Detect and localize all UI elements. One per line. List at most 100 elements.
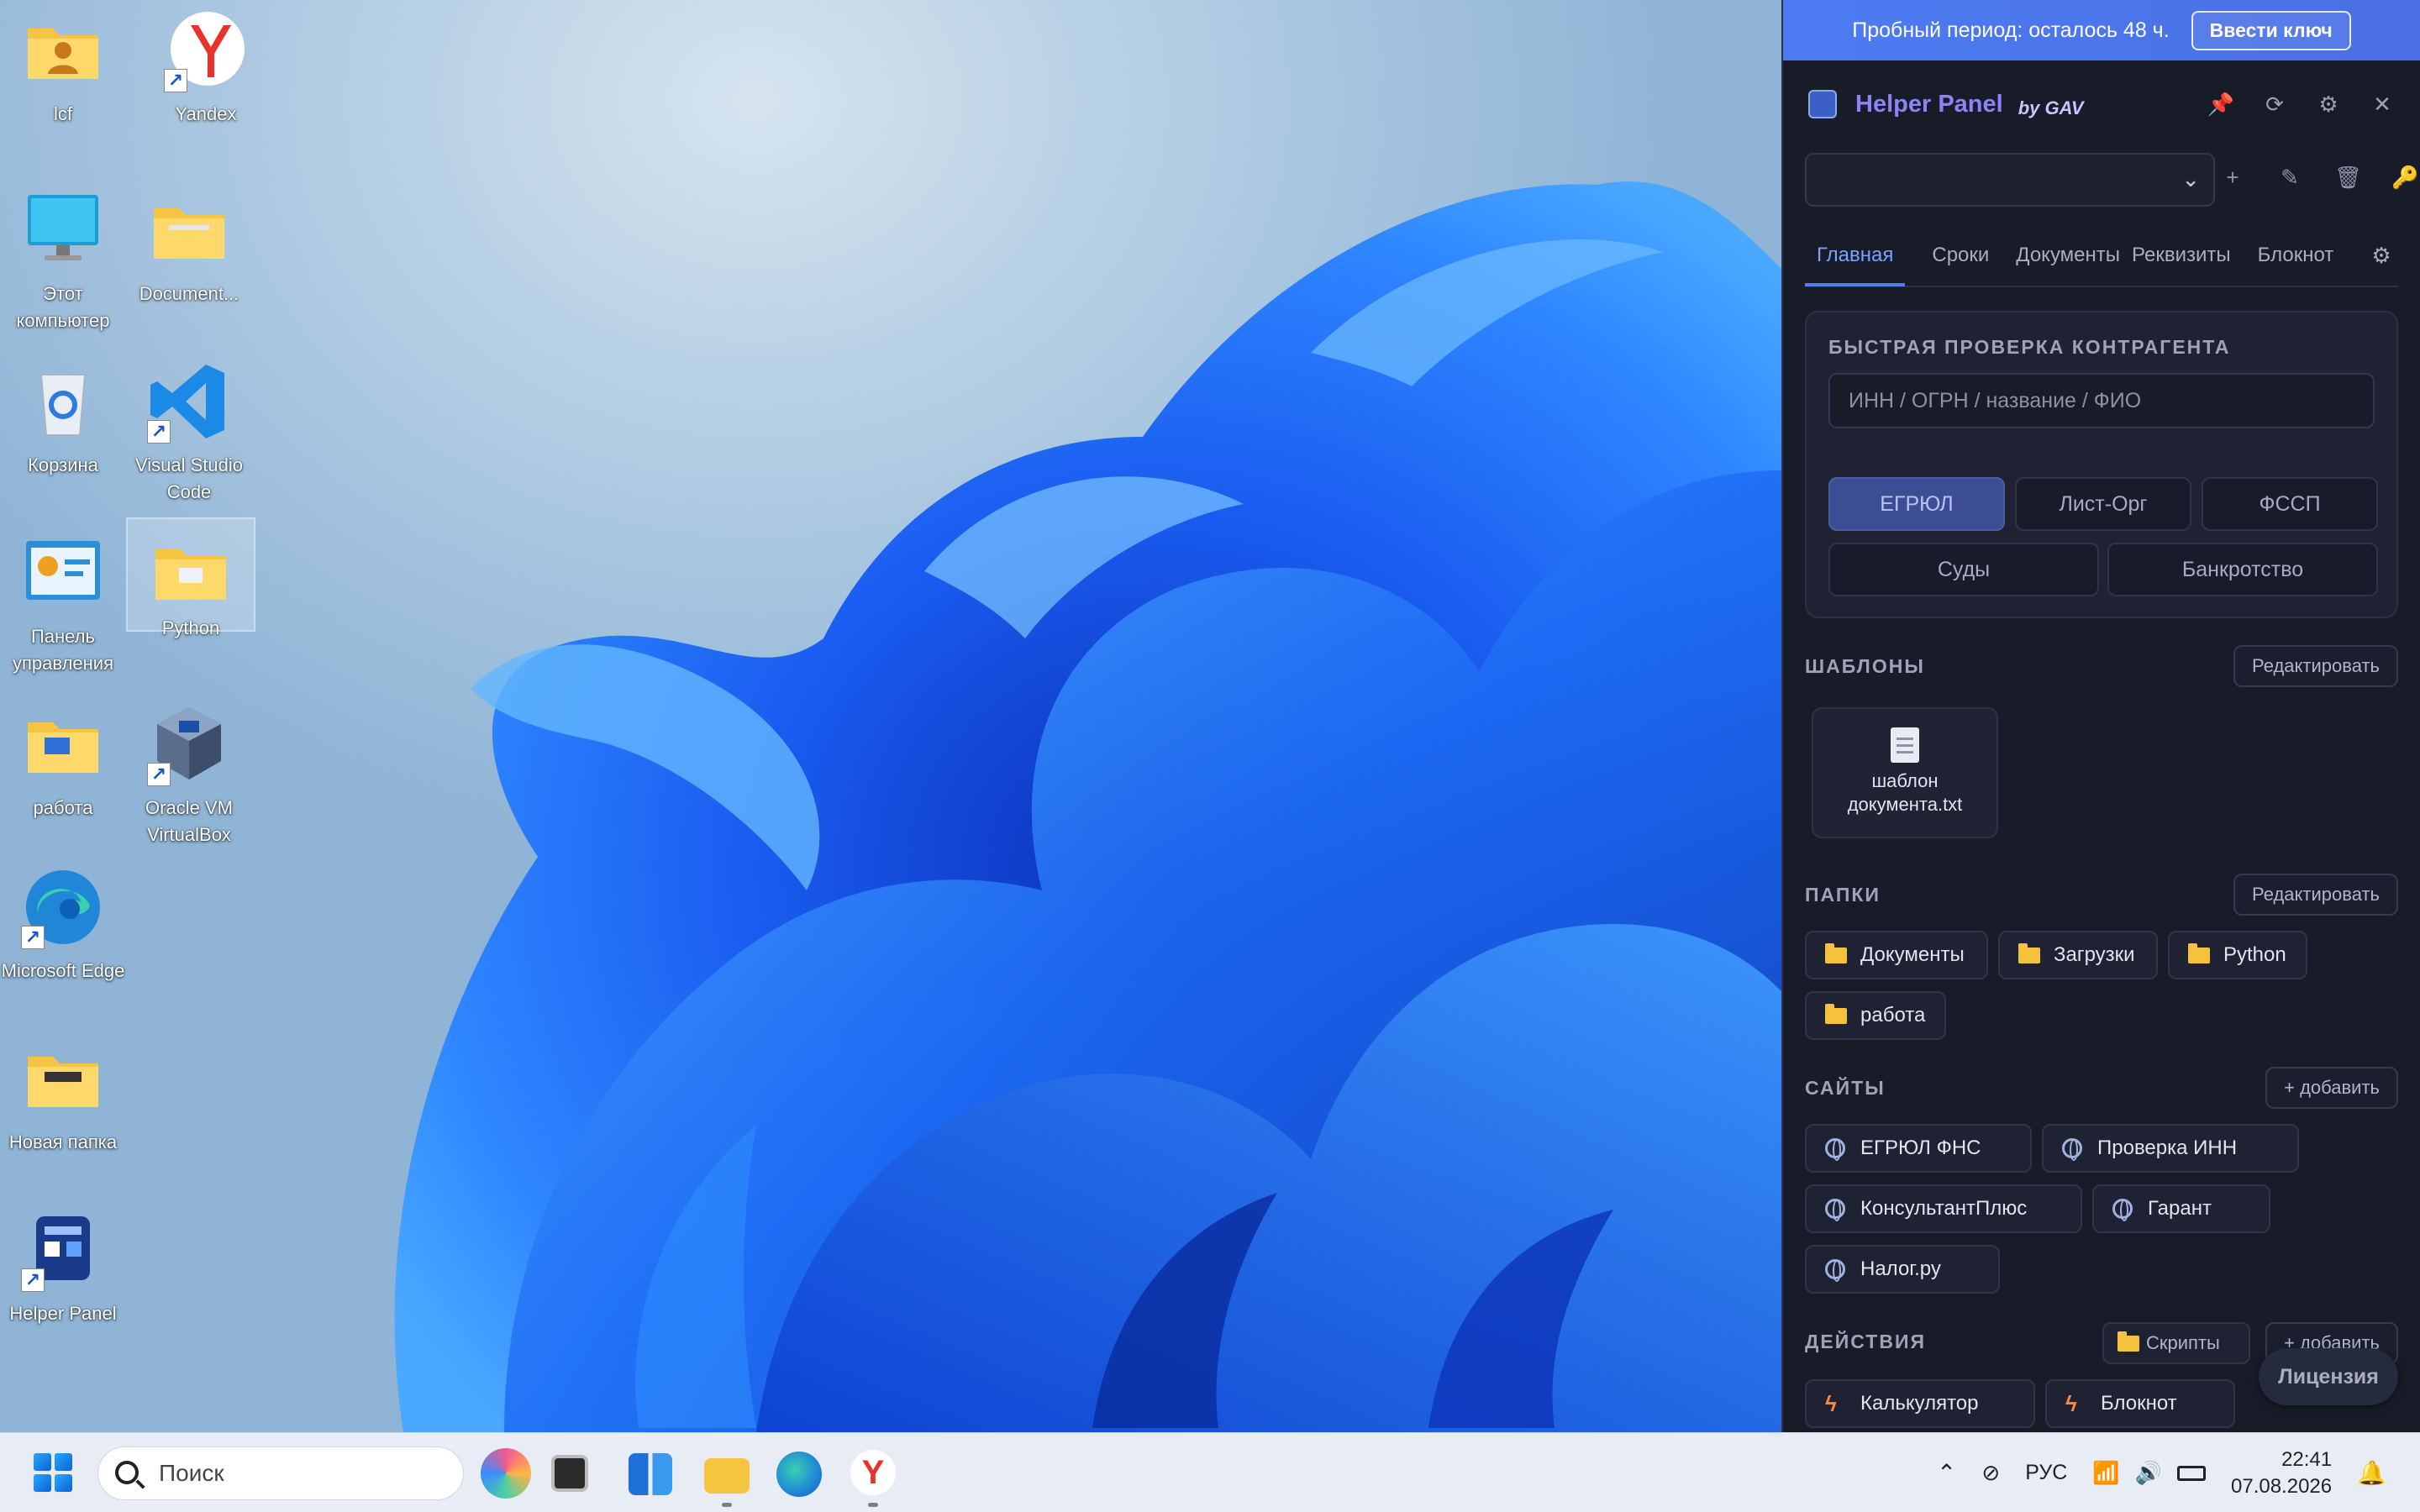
- edge-taskbar-icon[interactable]: [776, 1452, 822, 1497]
- start-button[interactable]: [34, 1453, 72, 1492]
- battery-icon[interactable]: [2177, 1465, 2206, 1481]
- clock[interactable]: 22:41 07.08.2026: [2231, 1446, 2332, 1500]
- list-org-button[interactable]: Лист-Орг: [2015, 477, 2191, 531]
- site-chip-nalog[interactable]: Налог.ру: [1805, 1245, 2000, 1294]
- site-chip-garant[interactable]: Гарант: [2092, 1184, 2270, 1233]
- fssp-button[interactable]: ФССП: [2202, 477, 2378, 531]
- chevron-down-icon: ⌄: [2181, 166, 2200, 192]
- folder-user-icon: [19, 7, 107, 94]
- plus-icon[interactable]: +: [2220, 165, 2245, 191]
- desktop-icon-helper-panel[interactable]: ↗ Helper Panel: [0, 1206, 126, 1327]
- panel-title: Helper Panel: [1855, 90, 2003, 118]
- folder-chip-rabota[interactable]: работа: [1805, 991, 1946, 1040]
- desktop-icon-vscode[interactable]: ↗ Visual Studio Code: [126, 358, 252, 506]
- desktop-icon-virtualbox[interactable]: ↗ Oracle VM VirtualBox: [126, 701, 252, 848]
- folder-icon: [2118, 1331, 2139, 1352]
- folder-icon: [145, 186, 233, 274]
- templates-heading: ШАБЛОНЫ: [1805, 655, 1925, 677]
- site-chip-consultant[interactable]: КонсультантПлюс: [1805, 1184, 2082, 1233]
- explorer-icon[interactable]: [704, 1458, 750, 1494]
- trial-banner: Пробный период: осталось 48 ч. Ввести кл…: [1783, 0, 2420, 60]
- folder-chip-python[interactable]: Python: [2168, 931, 2307, 979]
- control-panel-icon: [19, 529, 107, 617]
- tab-main[interactable]: Главная: [1805, 224, 1906, 286]
- running-indicator: [722, 1503, 732, 1507]
- site-chip-inn-check[interactable]: Проверка ИНН: [2042, 1124, 2299, 1173]
- folder-chip-documents[interactable]: Документы: [1805, 931, 1988, 979]
- volume-icon[interactable]: 🔊: [2135, 1460, 2162, 1486]
- shortcut-arrow-icon: ↗: [164, 69, 187, 92]
- trash-icon[interactable]: 🗑: [2334, 165, 2362, 191]
- notification-bell-icon[interactable]: 🔔: [2357, 1459, 2386, 1487]
- sites-add-button[interactable]: + добавить: [2265, 1067, 2398, 1109]
- desktop-icon-recycle-bin[interactable]: Корзина: [0, 358, 126, 479]
- site-chip-egrul-fns[interactable]: ЕГРЮЛ ФНС: [1805, 1124, 2032, 1173]
- tab-deadlines[interactable]: Сроки: [1920, 224, 2001, 286]
- sync-off-icon[interactable]: ⊘: [1981, 1460, 2000, 1486]
- widgets-icon[interactable]: [629, 1453, 672, 1495]
- panel-header: Helper Panel by GAV 📌 ⟳ ⚙ ✕: [1808, 84, 2395, 124]
- desktop-icon-documents[interactable]: Document...: [126, 186, 252, 307]
- globe-icon: [1825, 1138, 1845, 1161]
- close-icon[interactable]: ✕: [2370, 92, 2395, 117]
- folder-icon: [1825, 1003, 1847, 1024]
- shortcut-arrow-icon: ↗: [21, 926, 45, 949]
- desktop-icon-yandex[interactable]: ↗ Yandex: [143, 7, 269, 128]
- profile-select[interactable]: ⌄: [1805, 153, 2215, 207]
- egrul-button[interactable]: ЕГРЮЛ: [1828, 477, 2005, 531]
- templates-edit-button[interactable]: Редактировать: [2233, 645, 2398, 687]
- gear-icon[interactable]: ⚙: [2316, 92, 2341, 117]
- copilot-icon[interactable]: [481, 1448, 531, 1499]
- desktop-icon-lcf[interactable]: lcf: [0, 7, 126, 128]
- folders-edit-button[interactable]: Редактировать: [2233, 874, 2398, 916]
- bankruptcy-button[interactable]: Банкротство: [2107, 543, 2378, 596]
- trial-text: Пробный период: осталось 48 ч.: [1852, 18, 2170, 42]
- clock-time: 22:41: [2281, 1447, 2333, 1471]
- template-item-label: шаблон документа.txt: [1847, 770, 1963, 815]
- tab-notepad[interactable]: Блокнот: [2246, 224, 2346, 286]
- quick-check-card: БЫСТРАЯ ПРОВЕРКА КОНТРАГЕНТА ИНН / ОГРН …: [1805, 311, 2398, 618]
- system-tray: ⌃ ⊘ РУС 📶 🔊 22:41 07.08.2026 🔔: [1937, 1433, 2386, 1512]
- folder-icon: [147, 528, 234, 615]
- desktop-icon-rabota[interactable]: работа: [0, 701, 126, 822]
- counterparty-search-input[interactable]: ИНН / ОГРН / название / ФИО: [1828, 373, 2375, 428]
- scripts-button[interactable]: Скрипты: [2102, 1322, 2250, 1364]
- edit-icon[interactable]: ✎: [2277, 165, 2302, 191]
- virtualbox-icon: ↗: [145, 701, 233, 788]
- desktop-icon-this-pc[interactable]: Этот компьютер: [0, 186, 126, 334]
- sites-heading: САЙТЫ: [1805, 1077, 1886, 1099]
- folder-icon: [1825, 942, 1847, 963]
- helper-panel-window: Пробный период: осталось 48 ч. Ввести кл…: [1781, 0, 2420, 1432]
- bolt-icon: ϟ: [1825, 1391, 1837, 1416]
- desktop-icon-edge[interactable]: ↗ Microsoft Edge: [0, 864, 126, 984]
- folder-icon: [19, 701, 107, 788]
- desktop-icon-new-folder[interactable]: Новая папка: [0, 1035, 126, 1156]
- key-icon[interactable]: 🔑: [2391, 165, 2418, 191]
- terminal-icon[interactable]: [551, 1455, 588, 1492]
- template-item[interactable]: шаблон документа.txt: [1812, 707, 1998, 838]
- tab-requisites[interactable]: Реквизиты: [2120, 224, 2243, 286]
- language-indicator[interactable]: РУС: [2025, 1461, 2067, 1485]
- courts-button[interactable]: Суды: [1828, 543, 2099, 596]
- action-chip-notepad[interactable]: ϟ Блокнот: [2045, 1379, 2235, 1428]
- folder-icon: [2018, 942, 2040, 963]
- tabs-gear-icon[interactable]: ⚙: [2365, 243, 2398, 269]
- clock-date: 07.08.2026: [2231, 1474, 2333, 1498]
- refresh-icon[interactable]: ⟳: [2262, 92, 2287, 117]
- chevron-up-icon[interactable]: ⌃: [1937, 1459, 1956, 1487]
- pin-icon[interactable]: 📌: [2207, 92, 2234, 117]
- wifi-icon[interactable]: 📶: [2092, 1460, 2119, 1486]
- taskbar-search[interactable]: Поиск: [97, 1446, 464, 1500]
- desktop-icon-python[interactable]: Python: [126, 517, 255, 638]
- license-button[interactable]: Лицензия: [2259, 1348, 2398, 1405]
- folder-chip-downloads[interactable]: Загрузки: [1998, 931, 2158, 979]
- enter-key-button[interactable]: Ввести ключ: [2191, 10, 2351, 50]
- action-chip-calculator[interactable]: ϟ Калькулятор: [1805, 1379, 2035, 1428]
- tab-documents[interactable]: Документы: [2004, 224, 2132, 286]
- vscode-icon: ↗: [145, 358, 233, 445]
- desktop-icon-control-panel[interactable]: Панель управления: [0, 529, 126, 677]
- shortcut-arrow-icon: ↗: [147, 763, 171, 786]
- yandex-taskbar-icon[interactable]: Y: [850, 1450, 896, 1495]
- taskbar: Поиск Y ⌃ ⊘ РУС 📶 🔊 22:41 07.08.2026 🔔: [0, 1432, 2420, 1512]
- globe-icon: [1825, 1199, 1845, 1221]
